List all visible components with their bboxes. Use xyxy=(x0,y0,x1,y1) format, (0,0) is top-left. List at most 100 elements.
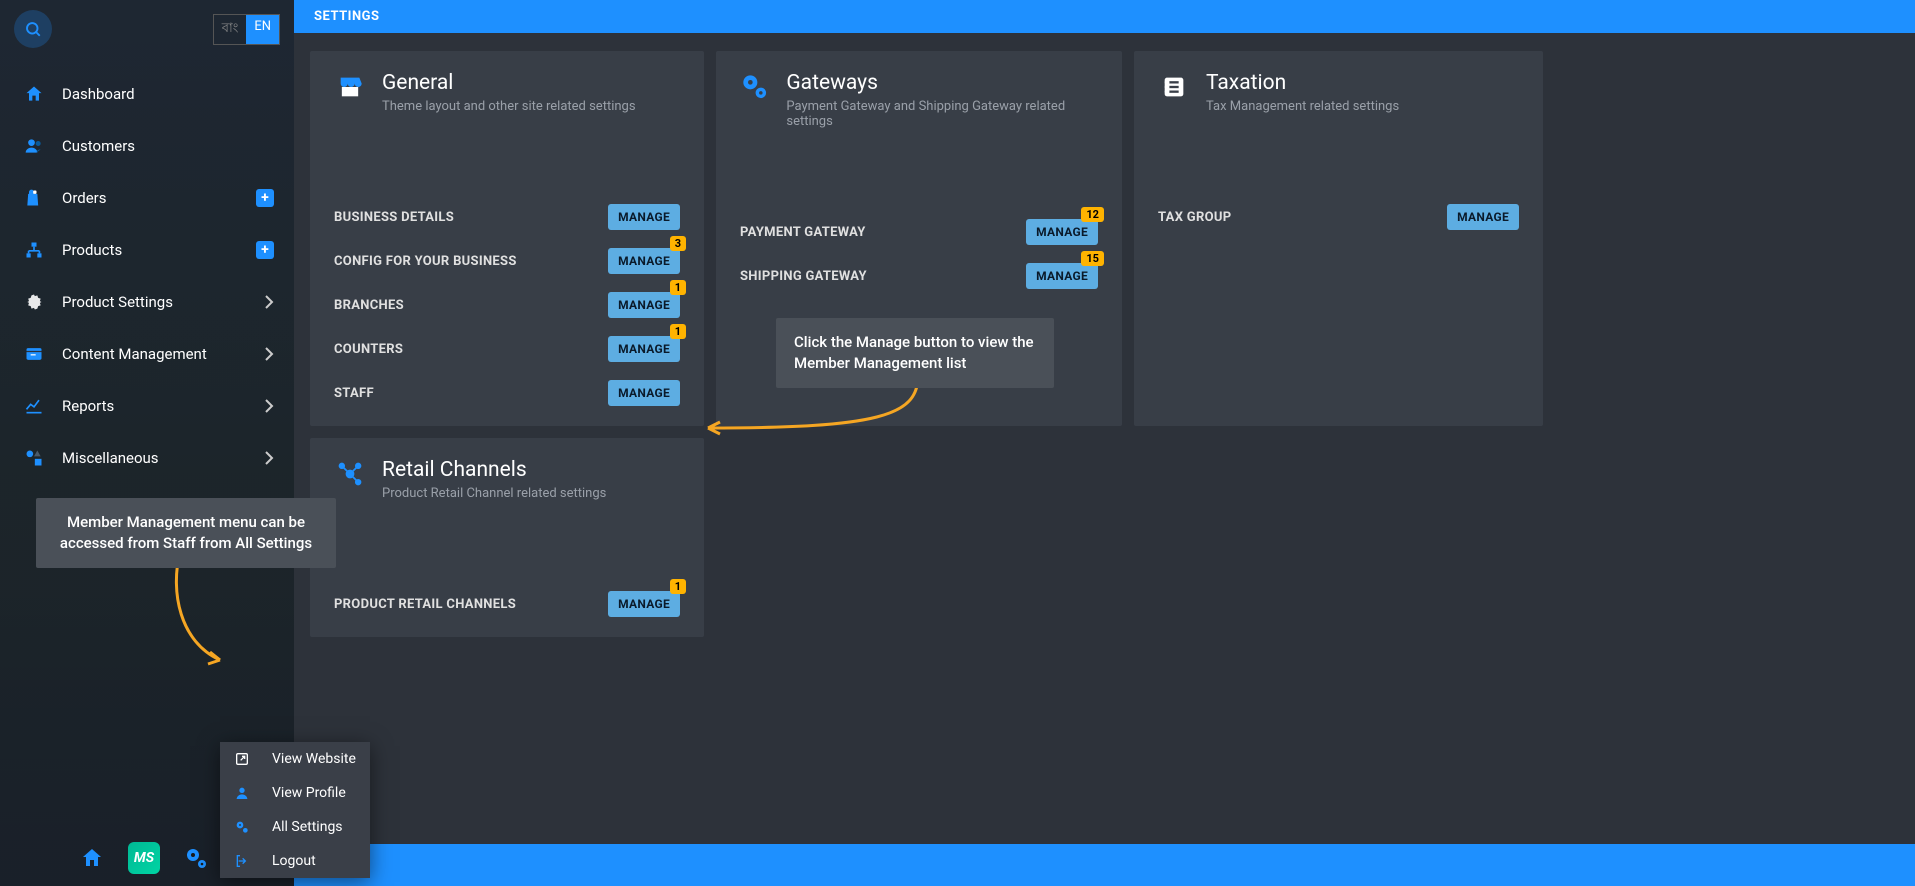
setting-row: STAFF MANAGE xyxy=(334,380,680,406)
setting-label: PRODUCT RETAIL CHANNELS xyxy=(334,597,516,612)
popup-label: View Profile xyxy=(272,785,346,801)
count-badge: 1 xyxy=(670,324,686,339)
chevron-right-icon xyxy=(264,346,274,362)
popup-all-settings[interactable]: All Settings xyxy=(220,810,370,844)
arrow-annotation-icon xyxy=(160,552,240,672)
manage-button[interactable]: MANAGE xyxy=(608,248,680,274)
nav-miscellaneous[interactable]: Miscellaneous xyxy=(0,432,294,484)
manage-button[interactable]: MANAGE xyxy=(1026,219,1098,245)
page-title: SETTINGS xyxy=(314,9,380,24)
content-icon xyxy=(22,344,46,364)
lang-en-button[interactable]: EN xyxy=(246,15,279,44)
manage-button[interactable]: MANAGE xyxy=(608,591,680,617)
manage-button[interactable]: MANAGE xyxy=(1026,263,1098,289)
bag-icon xyxy=(22,188,46,208)
plus-badge-icon[interactable]: + xyxy=(256,189,274,207)
sidebar-top: বাং EN xyxy=(0,0,294,58)
gear-advanced-icon xyxy=(184,846,208,870)
nav-list: Dashboard Customers Orders + Products + xyxy=(0,68,294,484)
footer-ms-button[interactable]: MS xyxy=(128,842,160,874)
nav-orders[interactable]: Orders + xyxy=(0,172,294,224)
setting-label: BRANCHES xyxy=(334,298,404,313)
logout-icon xyxy=(234,853,254,869)
gears-icon xyxy=(740,71,770,103)
manage-button[interactable]: MANAGE xyxy=(608,204,680,230)
setting-row: PRODUCT RETAIL CHANNELS 1 MANAGE xyxy=(334,591,680,617)
search-button[interactable] xyxy=(14,10,52,48)
card-taxation: Taxation Tax Management related settings… xyxy=(1134,51,1543,426)
manage-button[interactable]: MANAGE xyxy=(608,292,680,318)
nav-label: Products xyxy=(62,241,122,259)
nav-label: Miscellaneous xyxy=(62,449,159,467)
search-icon xyxy=(24,20,42,38)
nav-label: Product Settings xyxy=(62,293,173,311)
chevron-right-icon xyxy=(264,398,274,414)
nav-dashboard[interactable]: Dashboard xyxy=(0,68,294,120)
bottom-bar xyxy=(294,844,1915,886)
home-icon xyxy=(80,846,104,870)
shapes-icon xyxy=(22,448,46,468)
nav-label: Reports xyxy=(62,397,114,415)
tooltip-manage: Click the Manage button to view the Memb… xyxy=(776,318,1054,388)
nav-label: Content Management xyxy=(62,345,207,363)
card-retail: Retail Channels Product Retail Channel r… xyxy=(310,438,704,637)
home-icon xyxy=(22,84,46,104)
setting-label: SHIPPING GATEWAY xyxy=(740,269,867,284)
card-subtitle: Tax Management related settings xyxy=(1206,99,1399,114)
users-icon xyxy=(22,136,46,156)
network-icon xyxy=(334,458,366,490)
setting-row: BRANCHES 1 MANAGE xyxy=(334,292,680,318)
count-badge: 1 xyxy=(670,280,686,295)
popup-view-profile[interactable]: View Profile xyxy=(220,776,370,810)
nav-reports[interactable]: Reports xyxy=(0,380,294,432)
card-general: General Theme layout and other site rela… xyxy=(310,51,704,426)
footer-settings-button[interactable] xyxy=(184,846,208,870)
footer-home-button[interactable] xyxy=(80,846,104,870)
chart-icon xyxy=(22,396,46,416)
card-header: Taxation Tax Management related settings xyxy=(1158,71,1519,114)
card-header: Retail Channels Product Retail Channel r… xyxy=(334,458,680,501)
setting-label: BUSINESS DETAILS xyxy=(334,210,454,225)
card-header: General Theme layout and other site rela… xyxy=(334,71,680,114)
external-link-icon xyxy=(234,751,254,767)
lang-bn-button[interactable]: বাং xyxy=(214,15,247,44)
sitemap-icon xyxy=(22,240,46,260)
nav-content-management[interactable]: Content Management xyxy=(0,328,294,380)
setting-label: COUNTERS xyxy=(334,342,403,357)
plus-badge-icon[interactable]: + xyxy=(256,241,274,259)
popup-view-website[interactable]: View Website xyxy=(220,742,370,776)
card-title: General xyxy=(382,71,636,95)
card-title: Retail Channels xyxy=(382,458,606,482)
nav-label: Dashboard xyxy=(62,85,135,103)
popup-logout[interactable]: Logout xyxy=(220,844,370,878)
ms-badge-icon: MS xyxy=(128,842,160,874)
count-badge: 15 xyxy=(1081,251,1104,266)
count-badge: 1 xyxy=(670,579,686,594)
popup-label: Logout xyxy=(272,853,316,869)
manage-button[interactable]: MANAGE xyxy=(1447,204,1519,230)
popup-menu: View Website View Profile All Settings L… xyxy=(220,742,370,878)
setting-label: PAYMENT GATEWAY xyxy=(740,225,866,240)
chevron-right-icon xyxy=(264,294,274,310)
store-icon xyxy=(334,71,366,103)
nav-customers[interactable]: Customers xyxy=(0,120,294,172)
language-switch: বাং EN xyxy=(213,14,280,45)
nav-label: Customers xyxy=(62,137,135,155)
gear-icon xyxy=(22,292,46,312)
manage-staff-button[interactable]: MANAGE xyxy=(608,380,680,406)
nav-label: Orders xyxy=(62,189,107,207)
count-badge: 3 xyxy=(670,236,686,251)
list-icon xyxy=(1158,71,1190,103)
nav-products[interactable]: Products + xyxy=(0,224,294,276)
chevron-right-icon xyxy=(264,450,274,466)
manage-button[interactable]: MANAGE xyxy=(608,336,680,362)
card-subtitle: Payment Gateway and Shipping Gateway rel… xyxy=(786,99,1098,129)
popup-label: All Settings xyxy=(272,819,343,835)
tooltip-sidebar: Member Management menu can be accessed f… xyxy=(36,498,336,568)
setting-row: PAYMENT GATEWAY 12 MANAGE xyxy=(740,219,1098,245)
setting-label: STAFF xyxy=(334,386,374,401)
nav-product-settings[interactable]: Product Settings xyxy=(0,276,294,328)
card-title: Taxation xyxy=(1206,71,1399,95)
card-subtitle: Theme layout and other site related sett… xyxy=(382,99,636,114)
setting-row: SHIPPING GATEWAY 15 MANAGE xyxy=(740,263,1098,289)
